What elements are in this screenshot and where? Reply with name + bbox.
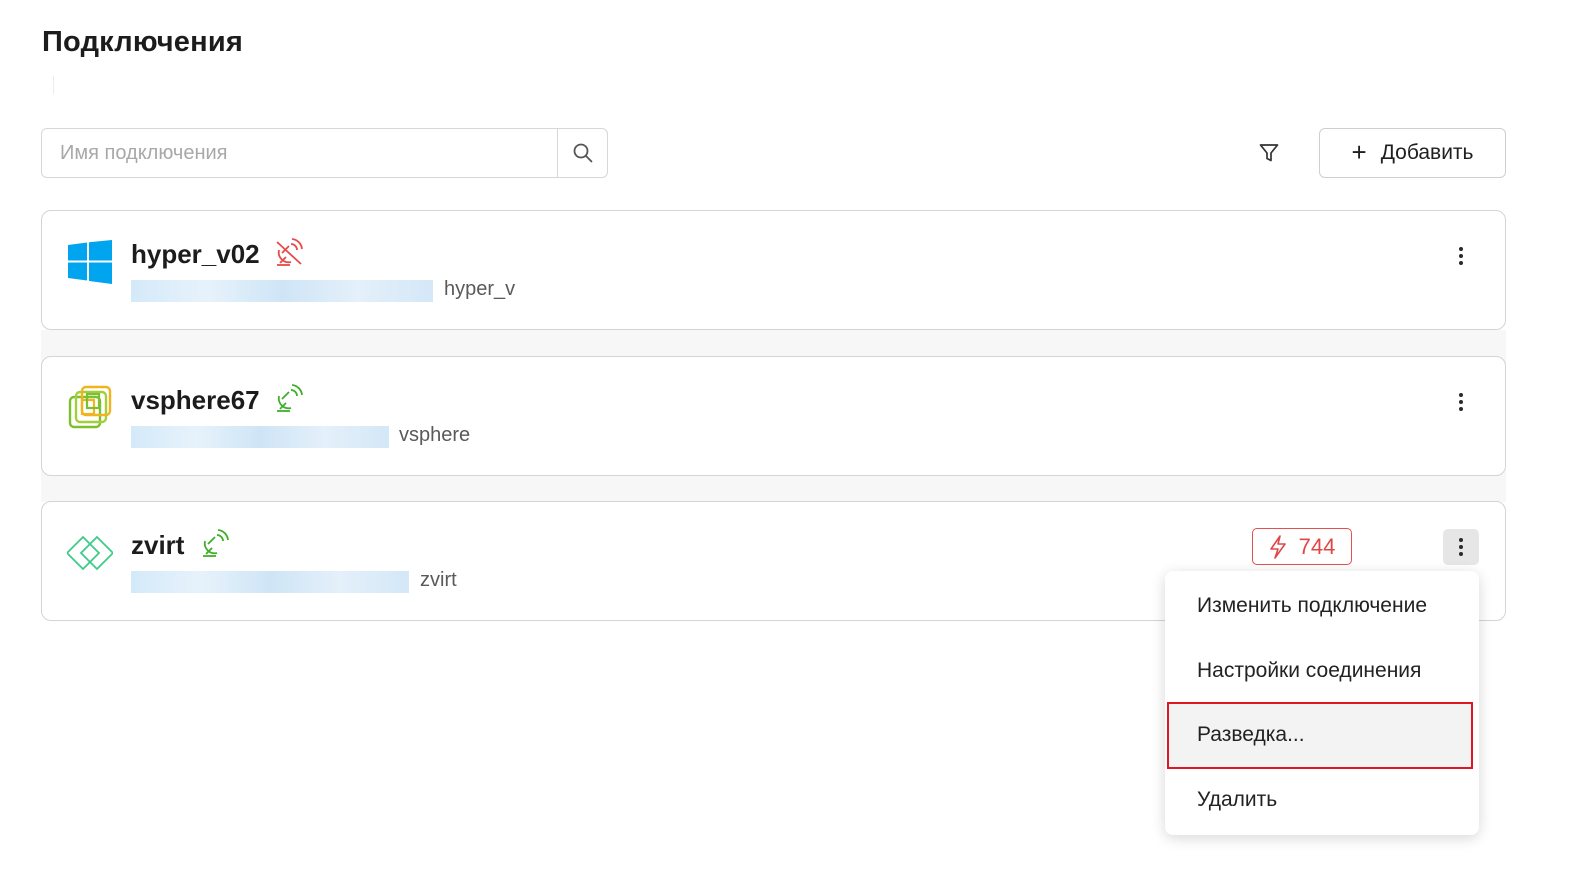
alerts-count: 744 bbox=[1298, 533, 1336, 559]
more-actions-button[interactable] bbox=[1443, 384, 1479, 420]
connection-address-redacted bbox=[131, 426, 389, 448]
add-button-label: Добавить bbox=[1380, 141, 1474, 164]
kebab-dot bbox=[1459, 247, 1463, 251]
more-actions-button[interactable] bbox=[1443, 238, 1479, 274]
zvirt-logo-icon bbox=[67, 530, 113, 576]
divider bbox=[53, 76, 54, 94]
connection-card[interactable]: hyper_v02 hyper_v bbox=[41, 210, 1506, 330]
kebab-dot bbox=[1459, 261, 1463, 265]
lightning-icon bbox=[1269, 534, 1286, 559]
alerts-badge[interactable]: 744 bbox=[1252, 528, 1352, 565]
kebab-dot bbox=[1459, 254, 1463, 258]
kebab-dot bbox=[1459, 393, 1463, 397]
search-icon bbox=[573, 143, 592, 163]
satellite-connected-icon bbox=[277, 384, 303, 412]
connection-address-redacted bbox=[131, 571, 409, 593]
connection-type: vsphere bbox=[399, 424, 471, 446]
search-box bbox=[41, 128, 608, 178]
filter-icon bbox=[1259, 144, 1279, 162]
vsphere-logo-icon bbox=[67, 385, 113, 431]
connection-card[interactable]: vsphere67 vsphere bbox=[41, 356, 1506, 476]
satellite-connected-icon bbox=[203, 529, 229, 557]
menu-item-delete[interactable]: Удалить bbox=[1165, 768, 1479, 833]
connection-name[interactable]: vsphere67 bbox=[131, 385, 260, 416]
search-button[interactable] bbox=[557, 129, 607, 177]
kebab-dot bbox=[1459, 407, 1463, 411]
kebab-dot bbox=[1459, 545, 1463, 549]
more-actions-button[interactable] bbox=[1443, 529, 1479, 565]
connection-type: zvirt bbox=[420, 569, 457, 591]
search-input[interactable] bbox=[42, 129, 557, 177]
kebab-dot bbox=[1459, 552, 1463, 556]
plus-icon: + bbox=[1351, 136, 1367, 167]
connection-name[interactable]: zvirt bbox=[131, 530, 184, 561]
connection-type: hyper_v bbox=[444, 278, 516, 300]
context-menu: Изменить подключение Настройки соединени… bbox=[1165, 571, 1479, 835]
connection-address-redacted bbox=[131, 280, 433, 302]
menu-item-discovery[interactable]: Разведка... bbox=[1167, 702, 1473, 769]
add-button[interactable]: + Добавить bbox=[1319, 128, 1506, 178]
kebab-dot bbox=[1459, 400, 1463, 404]
page-title: Подключения bbox=[42, 26, 243, 58]
satellite-disconnected-icon bbox=[276, 238, 303, 266]
connection-name[interactable]: hyper_v02 bbox=[131, 239, 260, 270]
filter-button[interactable] bbox=[1252, 136, 1286, 170]
menu-item-edit-connection[interactable]: Изменить подключение bbox=[1165, 574, 1479, 639]
windows-logo-icon bbox=[67, 239, 113, 285]
kebab-dot bbox=[1459, 538, 1463, 542]
menu-item-connection-settings[interactable]: Настройки соединения bbox=[1165, 639, 1479, 704]
